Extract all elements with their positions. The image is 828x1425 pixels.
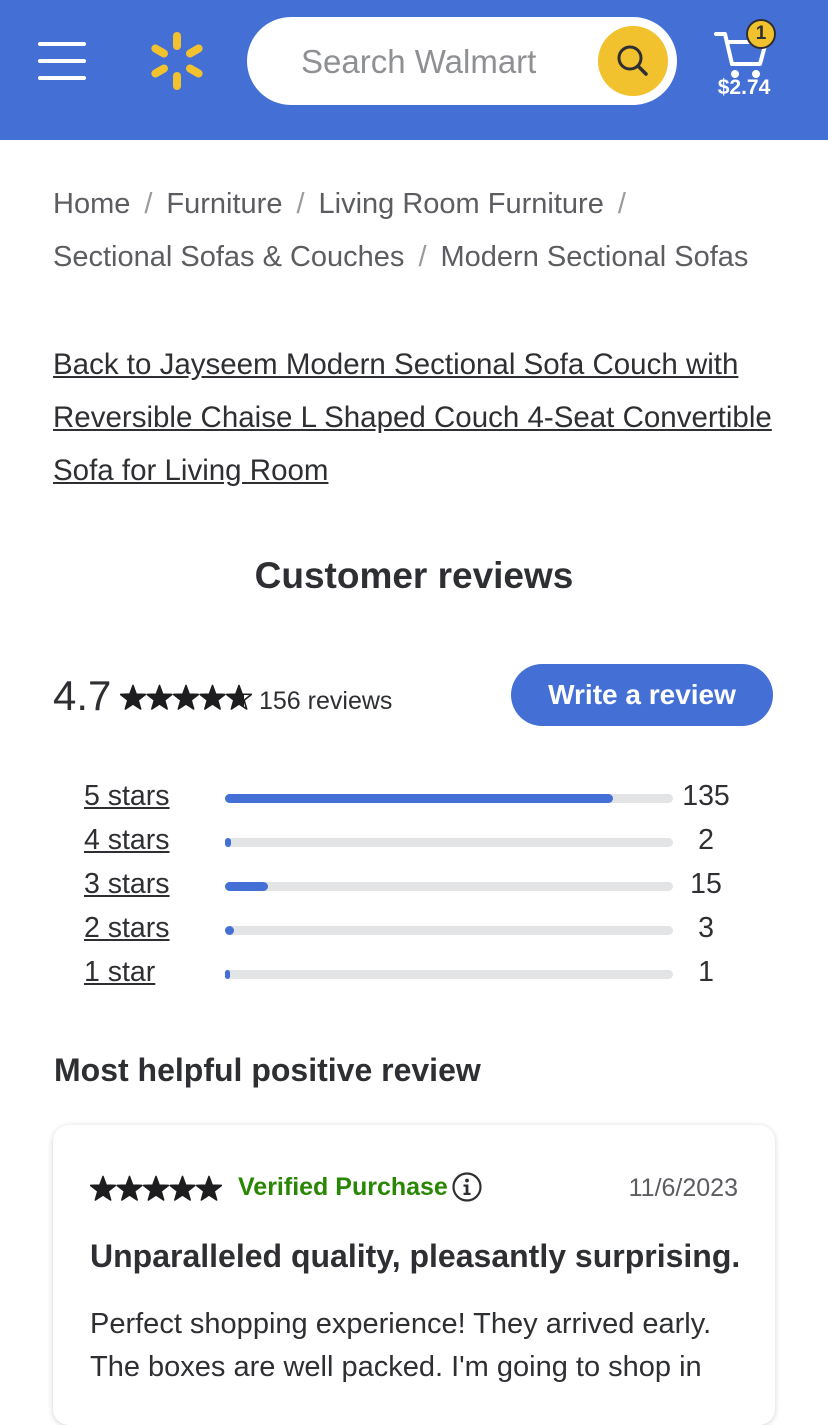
star-icon	[90, 1175, 117, 1201]
star-icon	[195, 1175, 222, 1201]
rating-bar-track	[225, 794, 673, 803]
rating-bar-track	[225, 838, 673, 847]
review-body: Perfect shopping experience! They arrive…	[90, 1308, 712, 1383]
star-icon	[172, 684, 200, 710]
write-review-button[interactable]: Write a review	[511, 664, 773, 726]
rating-row-label[interactable]: 5 stars	[84, 780, 170, 813]
rating-bar-track	[225, 882, 673, 891]
rating-bar-fill	[225, 794, 613, 803]
star-icon	[225, 684, 252, 710]
breadcrumb-separator: /	[617, 188, 626, 220]
average-rating: 4.7	[53, 672, 112, 719]
cart-button[interactable]: 1 $2.74	[712, 18, 792, 108]
average-rating-stars	[120, 684, 252, 710]
hamburger-menu-icon[interactable]	[38, 42, 86, 80]
breadcrumb-separator: /	[144, 188, 153, 220]
rating-row-label[interactable]: 2 stars	[84, 912, 170, 945]
breadcrumb-home[interactable]: Home	[53, 188, 130, 220]
review-title: Unparalleled quality, pleasantly surpris…	[90, 1238, 741, 1274]
review-date: 11/6/2023	[628, 1174, 738, 1202]
rating-row-4: 4 stars 2	[84, 824, 744, 864]
search-icon	[617, 45, 648, 76]
top-header: 1 $2.74	[0, 0, 828, 140]
rating-bar-fill	[225, 926, 234, 935]
rating-row-label[interactable]: 4 stars	[84, 824, 170, 857]
rating-bar-fill	[225, 970, 230, 979]
rating-row-2: 2 stars 3	[84, 912, 744, 952]
breadcrumb-living-room-furniture[interactable]: Living Room Furniture	[319, 188, 604, 220]
star-icon	[169, 1175, 196, 1201]
rating-row-3: 3 stars 15	[84, 868, 744, 908]
rating-row-label[interactable]: 1 star	[84, 956, 155, 989]
walmart-spark-icon[interactable]	[146, 30, 208, 92]
rating-row-count: 2	[698, 824, 714, 856]
most-helpful-heading: Most helpful positive review	[54, 1052, 481, 1088]
rating-row-label[interactable]: 3 stars	[84, 868, 170, 901]
cart-total: $2.74	[717, 76, 771, 99]
breadcrumb: Home / Furniture / Living Room Furniture / Sec…	[53, 178, 793, 284]
breadcrumb-separator: /	[296, 188, 305, 220]
star-icon	[116, 1175, 143, 1201]
rating-bar-track	[225, 970, 673, 979]
breadcrumb-modern-sectional-sofas[interactable]: Modern Sectional Sofas	[441, 241, 749, 273]
customer-reviews-heading: Customer reviews	[254, 555, 574, 596]
rating-row-count: 1	[698, 956, 714, 988]
breadcrumb-sectional-sofas[interactable]: Sectional Sofas & Couches	[53, 241, 404, 273]
rating-row-count: 3	[698, 912, 714, 944]
search-button[interactable]	[598, 26, 668, 96]
rating-row-1: 1 star 1	[84, 956, 744, 996]
search-input[interactable]	[299, 37, 593, 87]
cart-count-badge: 1	[746, 19, 776, 49]
back-to-product-link[interactable]: Back to Jayseem Modern Sectional Sofa Co…	[53, 338, 793, 497]
star-icon	[146, 684, 173, 710]
rating-bar-track	[225, 926, 673, 935]
rating-bar-fill	[225, 882, 268, 891]
review-stars	[90, 1175, 222, 1201]
verified-purchase-label: Verified Purchase	[238, 1173, 448, 1201]
breadcrumb-separator: /	[418, 241, 427, 273]
star-icon	[120, 684, 147, 710]
review-count: 156 reviews	[259, 687, 393, 715]
rating-bar-fill	[225, 838, 231, 847]
info-icon[interactable]	[451, 1171, 483, 1203]
rating-row-count: 15	[690, 868, 722, 900]
review-card: Verified Purchase 11/6/2023 Unparalleled…	[53, 1125, 775, 1425]
star-icon	[142, 1175, 170, 1201]
rating-row-5: 5 stars 135	[84, 780, 744, 820]
star-icon	[199, 684, 226, 710]
rating-row-count: 135	[682, 780, 730, 812]
breadcrumb-furniture[interactable]: Furniture	[166, 188, 282, 220]
search-bar	[247, 17, 677, 105]
